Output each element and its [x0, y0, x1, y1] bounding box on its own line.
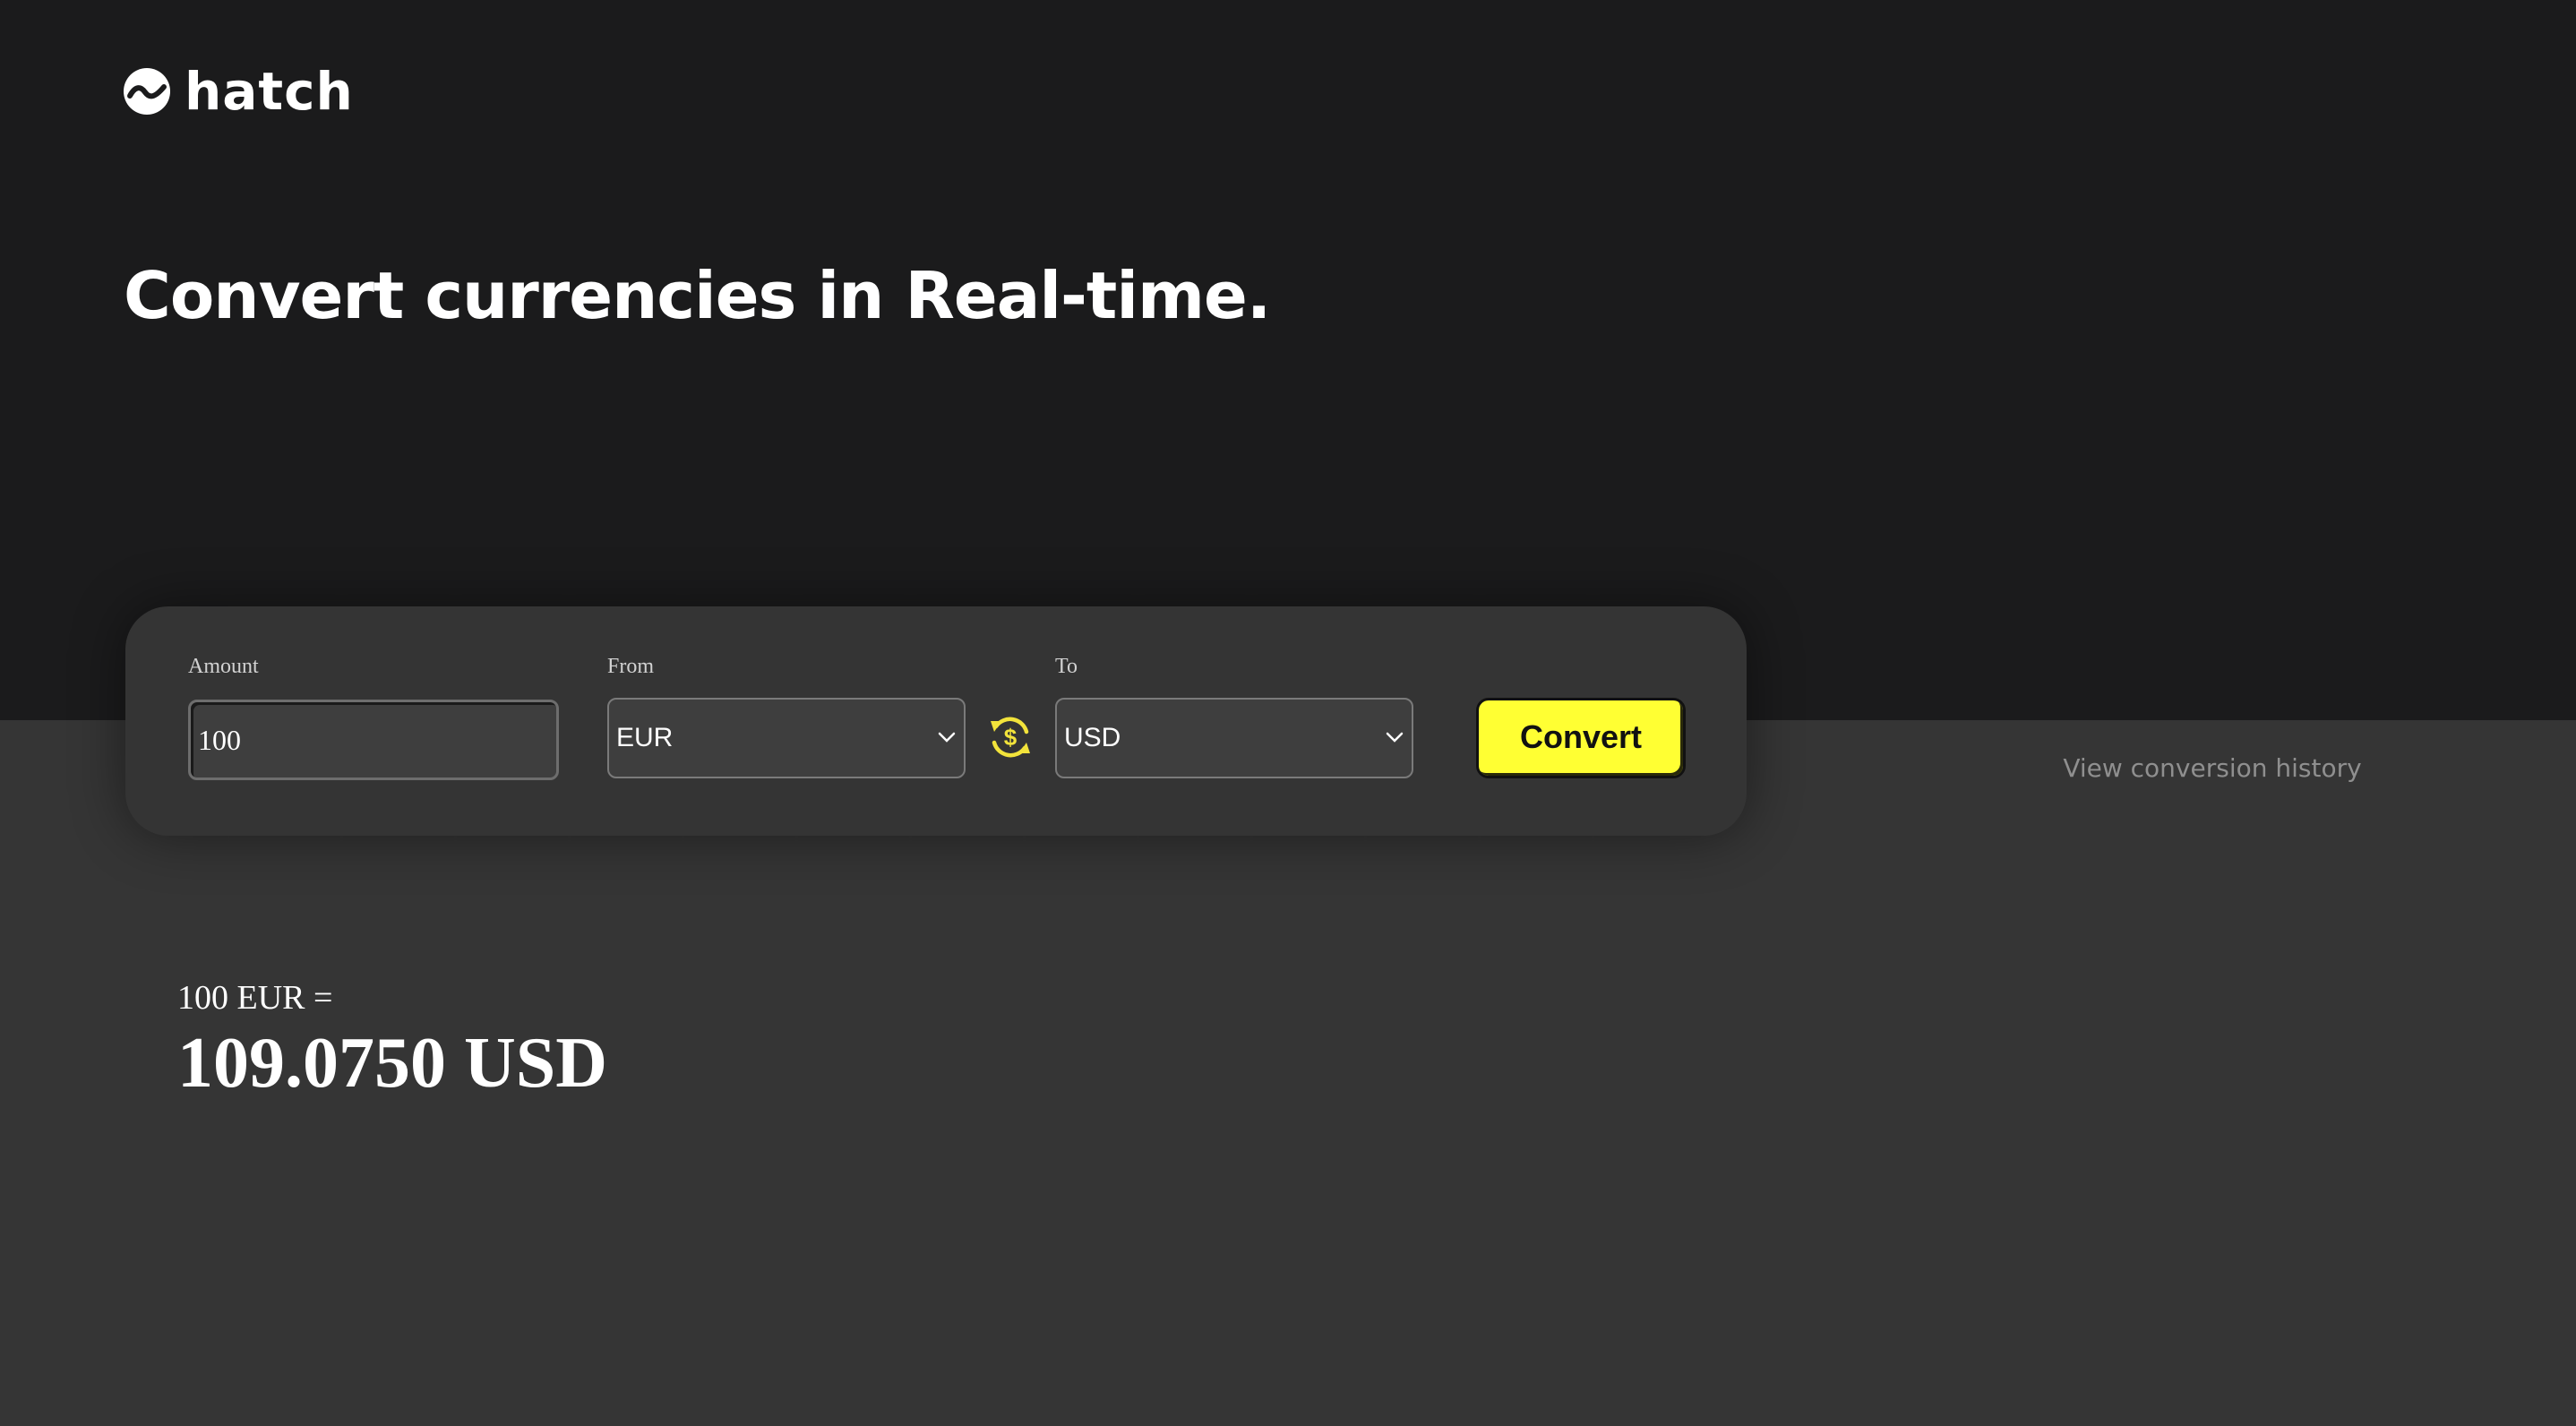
to-currency-value: USD: [1064, 723, 1121, 752]
amount-input[interactable]: 100: [188, 700, 559, 780]
hatch-logo-icon: [124, 68, 170, 115]
amount-label: Amount: [188, 655, 259, 678]
currency-swap-icon[interactable]: $: [987, 712, 1034, 762]
from-currency-value: EUR: [616, 723, 674, 752]
view-history-link[interactable]: View conversion history: [2033, 751, 2391, 786]
converter-card: Amount 100 From EUR $ To USD Convert: [125, 606, 1747, 836]
chevron-down-icon: [938, 732, 956, 743]
brand-name: hatch: [185, 61, 354, 122]
brand-logo[interactable]: hatch: [124, 63, 354, 120]
to-label: To: [1055, 655, 1078, 678]
result-equation: 100 EUR =: [177, 979, 333, 1017]
result-value: 109.0750 USD: [177, 1024, 608, 1103]
chevron-down-icon: [1386, 732, 1404, 743]
to-currency-select[interactable]: USD: [1055, 698, 1413, 778]
page-title: Convert currencies in Real-time.: [124, 258, 1271, 333]
svg-text:$: $: [1004, 724, 1018, 751]
convert-button[interactable]: Convert: [1476, 698, 1686, 778]
from-currency-select[interactable]: EUR: [607, 698, 966, 778]
from-label: From: [607, 655, 655, 678]
